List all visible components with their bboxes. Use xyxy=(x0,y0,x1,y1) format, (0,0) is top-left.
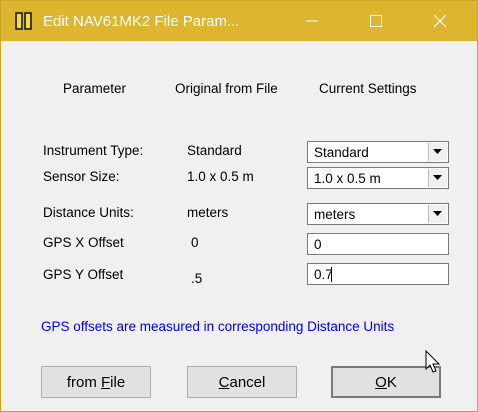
original-gps-x-offset: 0 xyxy=(191,235,199,250)
distance-units-dropdown[interactable]: meters xyxy=(307,203,449,225)
instrument-type-dropdown[interactable]: Standard xyxy=(307,141,449,163)
title-bar[interactable]: Edit NAV61MK2 File Param... xyxy=(1,1,477,41)
original-distance-units: meters xyxy=(187,205,229,220)
original-gps-y-offset: .5 xyxy=(191,271,203,286)
close-button[interactable] xyxy=(417,1,463,41)
dialog-body: Parameter Original from File Current Set… xyxy=(1,41,477,411)
original-instrument-type: Standard xyxy=(187,143,242,158)
label-gps-y-offset: GPS Y Offset xyxy=(43,267,124,282)
label-gps-x-offset: GPS X Offset xyxy=(43,235,124,250)
chevron-down-icon xyxy=(433,175,442,180)
header-current: Current Settings xyxy=(319,81,417,96)
from-file-button[interactable]: from File xyxy=(41,366,151,398)
dropdown-arrow[interactable] xyxy=(428,143,447,161)
gps-x-offset-value: 0 xyxy=(314,237,322,252)
dropdown-arrow[interactable] xyxy=(428,169,447,187)
gps-y-offset-value: 0.7 xyxy=(314,267,333,282)
minimize-icon xyxy=(306,20,318,22)
label-distance-units: Distance Units: xyxy=(43,205,134,220)
minimize-button[interactable] xyxy=(289,1,335,41)
header-original: Original from File xyxy=(175,81,278,96)
chevron-down-icon xyxy=(433,149,442,154)
dropdown-arrow[interactable] xyxy=(428,205,447,223)
gps-y-offset-input[interactable]: 0.7 xyxy=(307,263,449,285)
label-sensor-size: Sensor Size: xyxy=(43,169,120,184)
sensor-size-dropdown[interactable]: 1.0 x 0.5 m xyxy=(307,167,449,189)
chevron-down-icon xyxy=(433,211,442,216)
label-instrument-type: Instrument Type: xyxy=(43,143,144,158)
dialog-window: Edit NAV61MK2 File Param... Parameter Or… xyxy=(0,0,478,412)
window-title: Edit NAV61MK2 File Param... xyxy=(43,13,240,30)
gps-x-offset-input[interactable]: 0 xyxy=(307,233,449,255)
cancel-button[interactable]: Cancel xyxy=(187,366,297,398)
close-icon xyxy=(433,14,447,28)
instrument-type-value: Standard xyxy=(314,145,369,160)
maximize-button[interactable] xyxy=(353,1,399,41)
from-file-label: from File xyxy=(66,374,126,391)
units-note: GPS offsets are measured in correspondin… xyxy=(41,319,395,334)
original-sensor-size: 1.0 x 0.5 m xyxy=(187,169,254,184)
ok-label: OK xyxy=(375,374,397,391)
text-caret xyxy=(331,267,332,282)
cancel-label: Cancel xyxy=(218,374,266,391)
mouse-pointer-icon xyxy=(425,350,441,373)
header-parameter: Parameter xyxy=(63,81,127,96)
sensor-size-value: 1.0 x 0.5 m xyxy=(314,171,381,186)
distance-units-value: meters xyxy=(314,207,356,222)
maximize-icon xyxy=(370,15,382,27)
app-icon xyxy=(15,12,32,30)
